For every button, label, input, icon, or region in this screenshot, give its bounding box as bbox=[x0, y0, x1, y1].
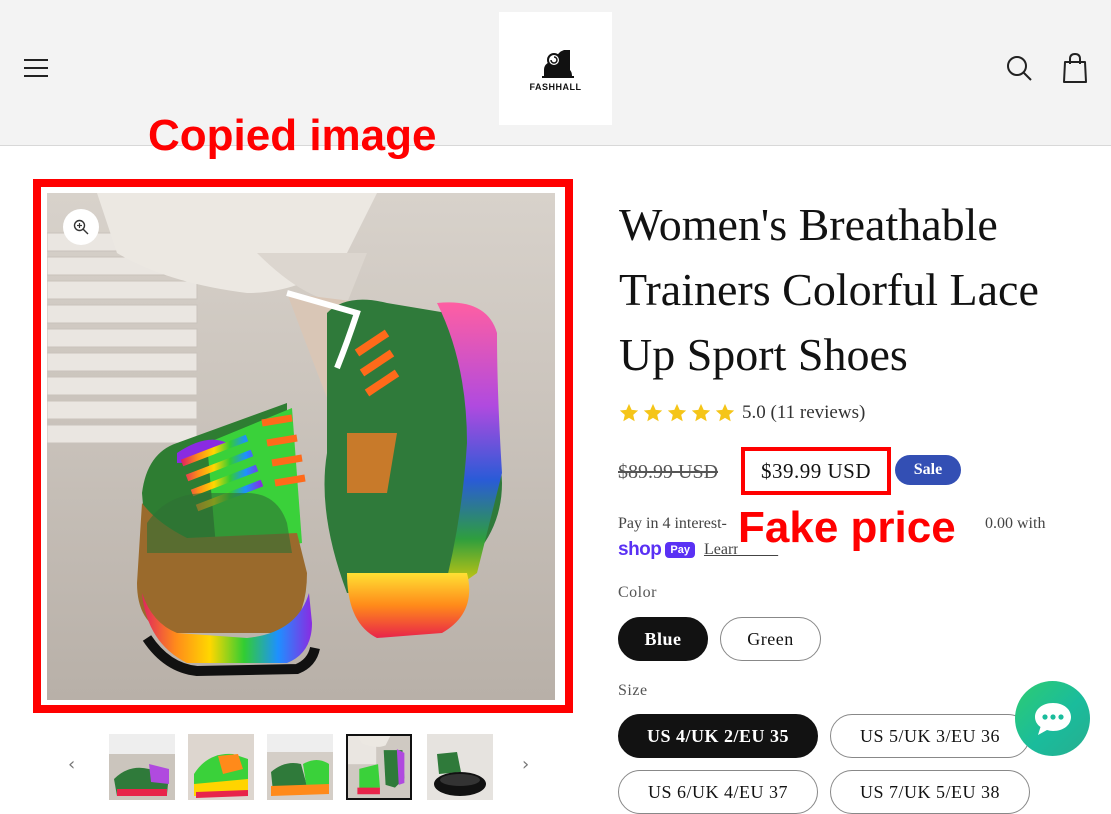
chat-bubble-icon bbox=[1034, 702, 1071, 735]
thumbnail-4[interactable] bbox=[346, 734, 412, 800]
thumbnail-image bbox=[109, 734, 175, 800]
size-label: Size bbox=[618, 682, 648, 699]
search-icon[interactable] bbox=[1005, 54, 1033, 82]
product-rating[interactable]: 5.0 (11 reviews) bbox=[618, 399, 865, 427]
thumbnail-image bbox=[348, 736, 410, 798]
chat-button[interactable] bbox=[1015, 681, 1090, 756]
thumbnail-2[interactable] bbox=[188, 734, 254, 800]
annotation-box-copied-image bbox=[33, 179, 573, 713]
rating-stars bbox=[618, 402, 736, 424]
shopping-bag-icon[interactable] bbox=[1060, 52, 1090, 84]
size-option-us7[interactable]: US 7/UK 5/EU 38 bbox=[830, 770, 1030, 814]
price-row: $89.99 USD bbox=[618, 452, 718, 492]
regular-price: $89.99 USD bbox=[618, 460, 719, 483]
shoe-logo-icon bbox=[541, 49, 574, 78]
zoom-in-icon bbox=[73, 219, 89, 235]
installments-text-end: 0.00 with bbox=[985, 515, 1046, 532]
rating-text: 5.0 (11 reviews) bbox=[742, 402, 866, 423]
thumbnail-prev-icon[interactable]: ‹ bbox=[68, 754, 75, 775]
sale-badge: Sale bbox=[895, 455, 961, 485]
logo-text: FASHHALL bbox=[529, 81, 582, 92]
star-icon bbox=[691, 403, 711, 422]
thumbnail-strip: ‹ › bbox=[60, 730, 560, 805]
thumbnail-next-icon[interactable]: › bbox=[522, 754, 529, 775]
product-title: Women's Breathable Trainers Colorful Lac… bbox=[619, 199, 1039, 380]
star-icon bbox=[667, 403, 687, 422]
size-option-us5[interactable]: US 5/UK 3/EU 36 bbox=[830, 714, 1030, 758]
thumbnail-3[interactable] bbox=[267, 734, 333, 800]
color-option-green[interactable]: Green bbox=[720, 617, 821, 661]
zoom-button[interactable] bbox=[63, 209, 99, 245]
site-logo[interactable]: FASHHALL bbox=[499, 12, 612, 125]
star-icon bbox=[715, 403, 735, 422]
size-option-us6[interactable]: US 6/UK 4/EU 37 bbox=[618, 770, 818, 814]
annotation-fake-price: Fake price bbox=[738, 502, 960, 554]
size-option-us4[interactable]: US 4/UK 2/EU 35 bbox=[618, 714, 818, 758]
shop-pay-logo: shop bbox=[618, 539, 662, 560]
star-icon bbox=[619, 403, 639, 422]
annotation-copied-image: Copied image bbox=[148, 111, 437, 160]
installments-text: Pay in 4 interest- bbox=[618, 515, 727, 532]
color-option-blue[interactable]: Blue bbox=[618, 617, 708, 661]
star-icon bbox=[643, 403, 663, 422]
thumbnail-1[interactable] bbox=[109, 734, 175, 800]
thumbnail-image bbox=[427, 734, 493, 800]
thumbnail-image bbox=[267, 734, 333, 800]
sale-price: $39.99 USD bbox=[760, 458, 871, 483]
thumbnail-image bbox=[188, 734, 254, 800]
thumbnail-5[interactable] bbox=[427, 734, 493, 800]
hamburger-menu-icon[interactable] bbox=[24, 56, 50, 80]
color-label: Color bbox=[618, 584, 657, 601]
annotation-box-fake-price: $39.99 USD bbox=[741, 447, 891, 495]
shop-pay-pill: Pay bbox=[665, 542, 695, 558]
